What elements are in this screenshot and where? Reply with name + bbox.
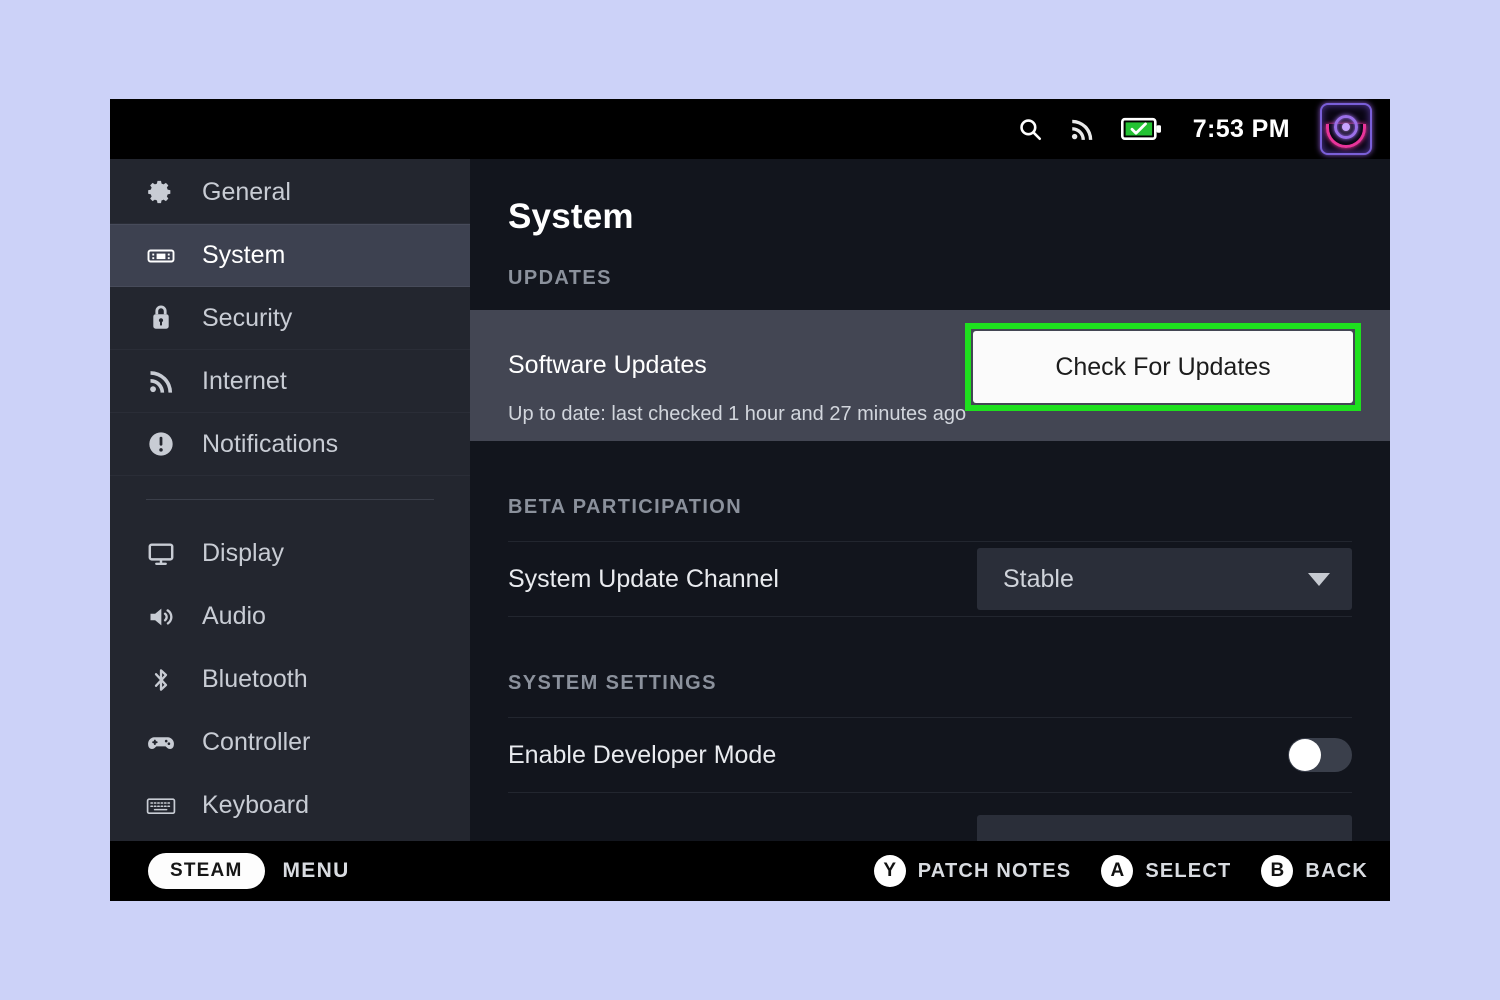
steam-deck-screen: 7:53 PM General System Security Internet… bbox=[110, 99, 1390, 901]
gear-icon bbox=[146, 177, 176, 207]
alert-circle-icon bbox=[146, 429, 176, 459]
sidebar-item-label: Controller bbox=[202, 728, 311, 756]
settings-sidebar: General System Security Internet Notific… bbox=[110, 159, 470, 841]
hint-patch-notes[interactable]: Y PATCH NOTES bbox=[873, 855, 1072, 887]
steam-button[interactable]: STEAM bbox=[148, 853, 265, 889]
sidebar-item-label: Keyboard bbox=[202, 791, 310, 819]
avatar-core bbox=[1342, 123, 1350, 132]
software-updates-status: Up to date: last checked 1 hour and 27 m… bbox=[508, 403, 967, 425]
monitor-icon bbox=[146, 539, 176, 569]
section-heading-beta-participation: BETA PARTICIPATION bbox=[508, 496, 743, 518]
bluetooth-icon bbox=[146, 665, 176, 695]
system-update-channel-select[interactable]: Stable bbox=[977, 548, 1352, 610]
menu-label: MENU bbox=[282, 859, 350, 882]
wifi-icon bbox=[146, 366, 176, 396]
gamepad-icon bbox=[146, 728, 176, 758]
status-bar: 7:53 PM bbox=[110, 99, 1390, 159]
sidebar-item-label: System bbox=[202, 241, 286, 269]
lock-icon bbox=[146, 303, 176, 333]
sidebar-item-label: Notifications bbox=[202, 429, 339, 458]
sidebar-item-label: Security bbox=[202, 303, 293, 332]
page-title: System bbox=[508, 197, 634, 236]
chevron-down-icon bbox=[1308, 572, 1330, 586]
button-hints: Y PATCH NOTES A SELECT B BACK bbox=[873, 855, 1368, 887]
sidebar-item-system[interactable]: System bbox=[110, 224, 470, 287]
wifi-icon[interactable] bbox=[1069, 109, 1095, 149]
enable-developer-mode-label: Enable Developer Mode bbox=[508, 740, 777, 769]
toggle-knob bbox=[1289, 739, 1321, 771]
sidebar-item-display[interactable]: Display bbox=[110, 522, 470, 585]
a-button-icon: A bbox=[1101, 855, 1134, 887]
hint-select[interactable]: A SELECT bbox=[1101, 855, 1231, 887]
hint-label: SELECT bbox=[1145, 859, 1232, 882]
enable-developer-mode-row[interactable]: Enable Developer Mode bbox=[508, 717, 1352, 793]
sidebar-item-general[interactable]: General bbox=[110, 161, 470, 224]
y-button-icon: Y bbox=[873, 855, 906, 887]
sidebar-item-audio[interactable]: Audio bbox=[110, 585, 470, 648]
sidebar-item-keyboard[interactable]: Keyboard bbox=[110, 774, 470, 837]
speaker-icon bbox=[146, 602, 176, 632]
sidebar-item-label: Internet bbox=[202, 366, 287, 395]
enable-developer-mode-toggle[interactable] bbox=[1288, 738, 1352, 772]
sidebar-item-security[interactable]: Security bbox=[110, 287, 470, 350]
sidebar-item-label: Audio bbox=[202, 602, 266, 630]
avatar[interactable] bbox=[1320, 103, 1372, 155]
handheld-icon bbox=[146, 241, 176, 271]
check-for-updates-button[interactable]: Check For Updates bbox=[973, 331, 1353, 403]
sidebar-item-controller[interactable]: Controller bbox=[110, 711, 470, 774]
section-heading-system-settings: SYSTEM SETTINGS bbox=[508, 672, 717, 694]
sidebar-item-notifications[interactable]: Notifications bbox=[110, 413, 470, 476]
system-update-channel-label: System Update Channel bbox=[508, 564, 779, 593]
sidebar-item-internet[interactable]: Internet bbox=[110, 350, 470, 413]
sidebar-item-label: General bbox=[202, 177, 291, 206]
system-update-channel-row[interactable]: System Update Channel Stable bbox=[508, 541, 1352, 617]
content-body: General System Security Internet Notific… bbox=[110, 159, 1390, 841]
settings-main-panel: System UPDATES Software Updates Up to da… bbox=[470, 159, 1390, 841]
clock: 7:53 PM bbox=[1192, 114, 1290, 143]
keyboard-icon bbox=[146, 791, 176, 821]
sidebar-item-bluetooth[interactable]: Bluetooth bbox=[110, 648, 470, 711]
next-setting-row-partial[interactable] bbox=[508, 793, 1352, 841]
battery-charged-icon bbox=[1120, 109, 1163, 149]
hint-label: PATCH NOTES bbox=[917, 859, 1072, 882]
software-updates-label: Software Updates bbox=[508, 351, 707, 379]
bottom-action-bar: STEAM MENU Y PATCH NOTES A SELECT B BACK bbox=[110, 841, 1390, 901]
sidebar-item-label: Bluetooth bbox=[202, 665, 308, 693]
b-button-icon: B bbox=[1261, 855, 1294, 887]
search-icon[interactable] bbox=[1017, 109, 1043, 149]
hint-label: BACK bbox=[1305, 859, 1368, 882]
software-updates-row[interactable]: Software Updates Up to date: last checke… bbox=[470, 310, 1390, 441]
hint-back[interactable]: B BACK bbox=[1261, 855, 1368, 887]
sidebar-item-label: Display bbox=[202, 539, 284, 567]
next-setting-select-partial[interactable] bbox=[977, 815, 1352, 841]
sidebar-divider bbox=[146, 499, 434, 500]
system-update-channel-value: Stable bbox=[1003, 564, 1074, 593]
section-heading-updates: UPDATES bbox=[508, 267, 612, 289]
check-for-updates-highlight: Check For Updates bbox=[965, 323, 1361, 411]
